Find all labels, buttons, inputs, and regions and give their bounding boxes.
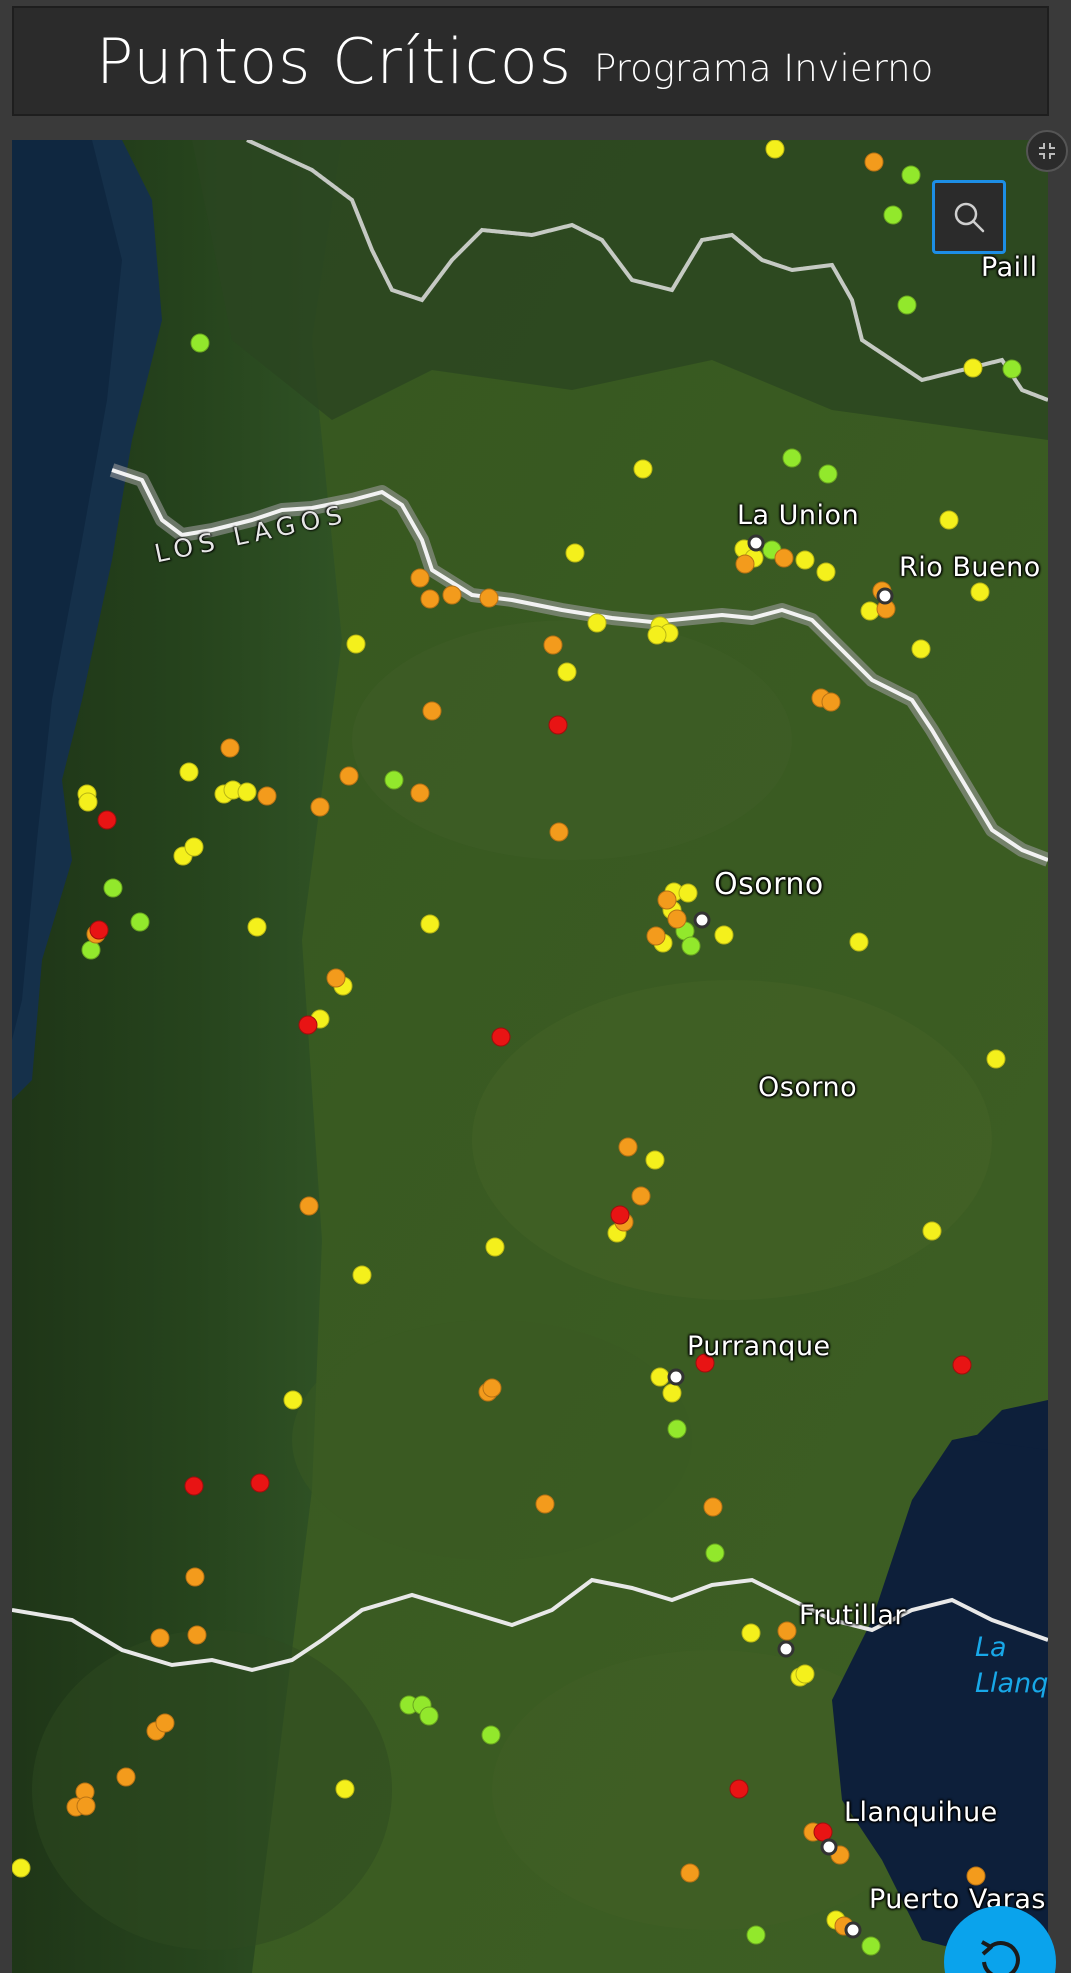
app-window: Puntos Críticos Programa Invierno LOS LA… (0, 0, 1071, 1973)
map-view[interactable]: LOS LAGOS La Union Rio Bueno Osorno Osor… (12, 140, 1048, 1973)
city-label-paillaco: Paill (981, 252, 1038, 283)
city-label-frutillar: Frutillar (799, 1600, 907, 1631)
water-label-lago-llanquihue: La Llanq (975, 1632, 1048, 1699)
search-icon (954, 202, 985, 233)
app-title: Puntos Críticos (96, 24, 573, 98)
refresh-icon (981, 1940, 1020, 1973)
points-critical (89, 715, 972, 1842)
province-label-osorno: Osorno (758, 1072, 858, 1103)
app-header: Puntos Críticos Programa Invierno (12, 6, 1049, 116)
collapse-icon (1039, 143, 1055, 159)
city-label-osorno: Osorno (714, 867, 824, 902)
app-subtitle: Programa Invierno (594, 46, 934, 90)
city-label-rio-bueno: Rio Bueno (899, 552, 1041, 583)
collapse-button[interactable] (1026, 130, 1068, 172)
city-markers (667, 534, 894, 1939)
city-label-llanquihue: Llanquihue (844, 1797, 998, 1828)
search-button[interactable] (932, 180, 1006, 254)
city-label-la-union: La Union (737, 500, 860, 531)
city-label-purranque: Purranque (687, 1331, 831, 1362)
points-low (81, 165, 1022, 1956)
critical-points-layer[interactable] (12, 140, 1048, 1973)
points-high (66, 152, 986, 1936)
